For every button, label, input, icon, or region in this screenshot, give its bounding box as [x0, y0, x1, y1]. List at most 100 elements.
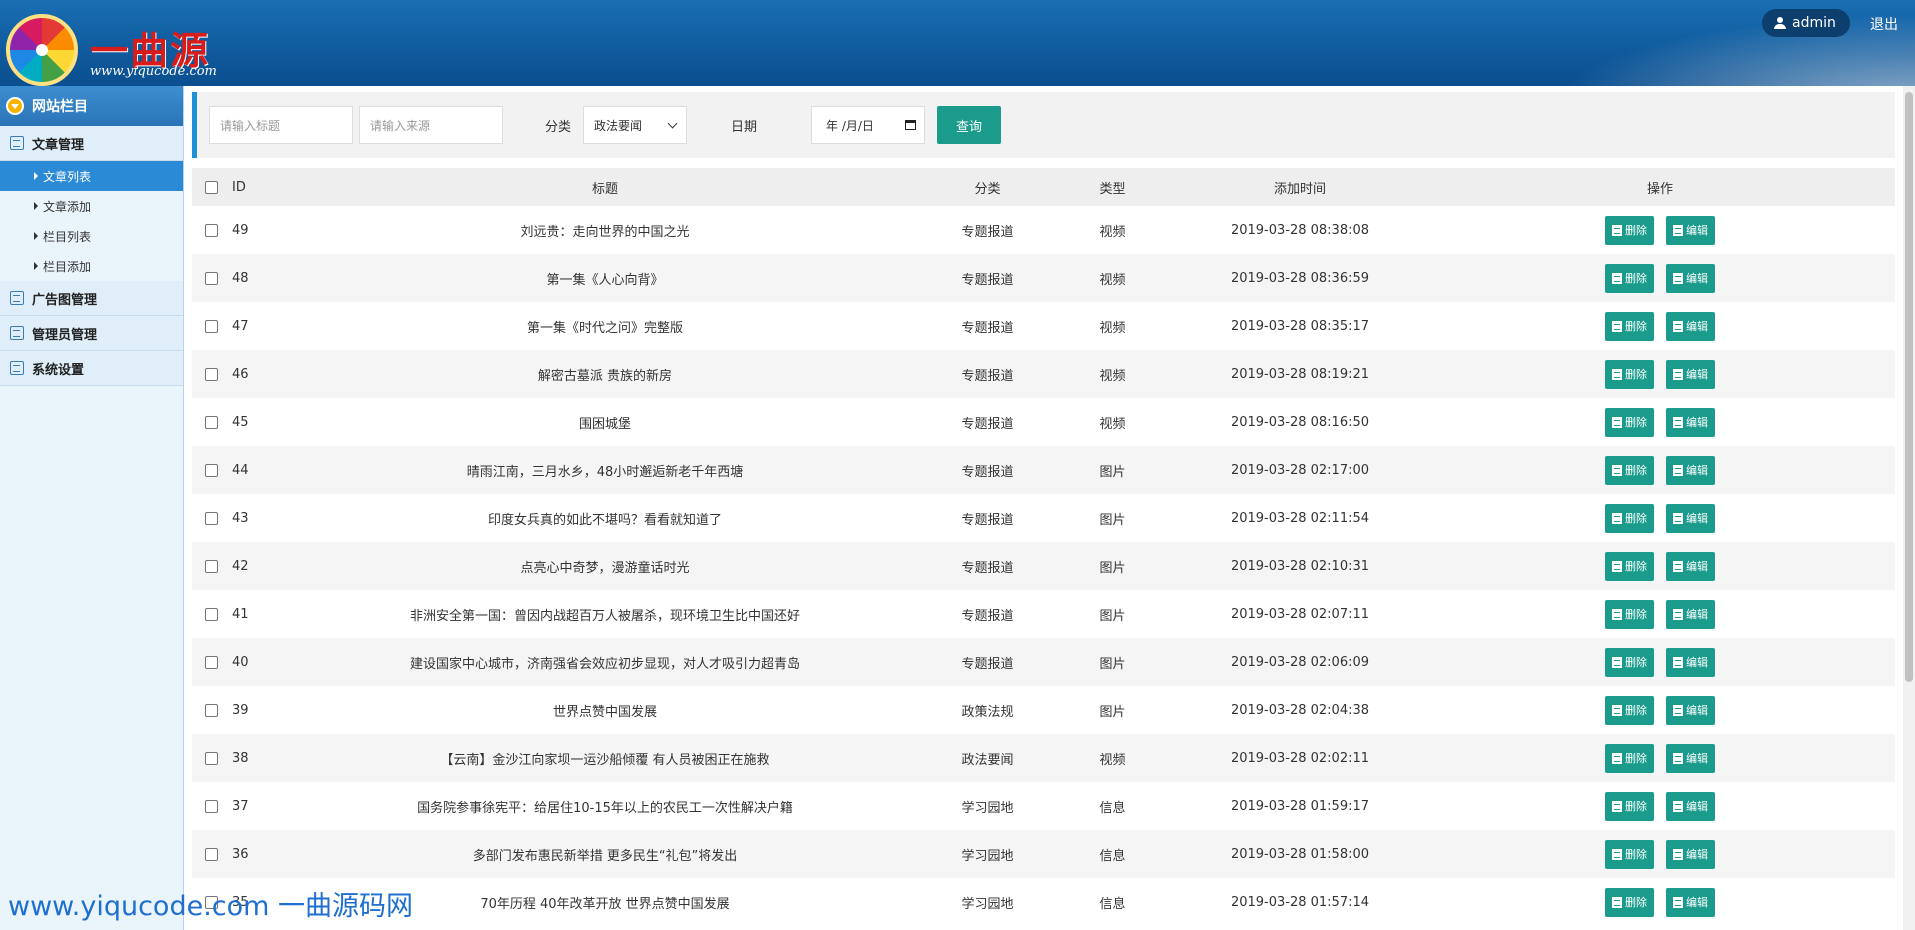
sidebar-group-ads[interactable]: 广告图管理 — [0, 281, 183, 316]
edit-button[interactable]: 编辑 — [1666, 551, 1715, 581]
search-bar: 请输入标题 请输入来源 分类 政法要闻 日期 年 /月/日 查询 — [192, 92, 1895, 158]
row-checkbox[interactable] — [204, 271, 218, 285]
delete-label: 删除 — [1625, 704, 1647, 717]
document-icon — [1673, 272, 1683, 284]
edit-button[interactable]: 编辑 — [1666, 455, 1715, 485]
row-checkbox[interactable] — [204, 319, 218, 333]
delete-button[interactable]: 删除 — [1605, 743, 1654, 773]
user-menu[interactable]: admin — [1762, 9, 1850, 37]
calendar-icon[interactable] — [905, 120, 917, 130]
scrollbar-thumb[interactable] — [1905, 92, 1913, 682]
delete-button[interactable]: 删除 — [1605, 407, 1654, 437]
edit-button[interactable]: 编辑 — [1666, 647, 1715, 677]
row-checkbox[interactable] — [204, 223, 218, 237]
logout-link[interactable]: 退出 — [1870, 14, 1898, 34]
edit-button[interactable]: 编辑 — [1666, 743, 1715, 773]
username: admin — [1792, 15, 1836, 31]
delete-button[interactable]: 删除 — [1605, 263, 1654, 293]
edit-label: 编辑 — [1686, 848, 1708, 861]
select-all-checkbox[interactable] — [204, 180, 218, 194]
edit-button[interactable]: 编辑 — [1666, 503, 1715, 533]
row-checkbox[interactable] — [204, 799, 218, 813]
edit-button[interactable]: 编辑 — [1666, 599, 1715, 629]
delete-button[interactable]: 删除 — [1605, 311, 1654, 341]
row-checkbox[interactable] — [204, 703, 218, 717]
edit-button[interactable]: 编辑 — [1666, 695, 1715, 725]
category-select[interactable]: 政法要闻 — [583, 106, 688, 144]
row-ops: 删除 编辑 — [1425, 206, 1895, 254]
header-title: 标题 — [591, 181, 618, 197]
delete-button[interactable]: 删除 — [1605, 503, 1654, 533]
document-icon — [1612, 464, 1622, 476]
row-checkbox[interactable] — [204, 559, 218, 573]
row-checkbox[interactable] — [204, 367, 218, 381]
logo-wheel-icon — [6, 14, 78, 86]
delete-label: 删除 — [1625, 800, 1647, 813]
delete-button[interactable]: 删除 — [1605, 599, 1654, 629]
edit-button[interactable]: 编辑 — [1666, 791, 1715, 821]
table-row: 42 点亮心中奇梦，漫游童话时光 专题报道 图片 2019-03-28 02:10:31… — [192, 542, 1895, 590]
row-checkbox[interactable] — [204, 655, 218, 669]
sidebar-title: 网站栏目 — [32, 99, 88, 115]
document-icon — [1673, 608, 1683, 620]
header-category: 分类 — [974, 181, 1001, 197]
sidebar-header[interactable]: 网站栏目 — [0, 86, 183, 126]
row-ops: 删除 编辑 — [1425, 638, 1895, 686]
delete-button[interactable]: 删除 — [1605, 359, 1654, 389]
table-header-row: ID 标题 分类 类型 添加时间 操作 — [192, 168, 1895, 206]
row-id: 45 — [232, 414, 249, 430]
sidebar-group-settings[interactable]: 系统设置 — [0, 351, 183, 386]
edit-button[interactable]: 编辑 — [1666, 839, 1715, 869]
edit-button[interactable]: 编辑 — [1666, 407, 1715, 437]
title-search-input[interactable]: 请输入标题 — [209, 106, 353, 144]
query-button[interactable]: 查询 — [937, 106, 1002, 144]
sidebar-item-column-list[interactable]: 栏目列表 — [0, 221, 183, 251]
document-icon — [1612, 704, 1622, 716]
delete-label: 删除 — [1625, 512, 1647, 525]
delete-button[interactable]: 删除 — [1605, 455, 1654, 485]
row-checkbox[interactable] — [204, 847, 218, 861]
row-checkbox[interactable] — [204, 463, 218, 477]
document-icon — [1673, 752, 1683, 764]
row-ops: 删除 编辑 — [1425, 302, 1895, 350]
delete-label: 删除 — [1625, 656, 1647, 669]
row-time: 2019-03-28 01:59:17 — [1230, 798, 1370, 814]
sidebar-group-admins[interactable]: 管理员管理 — [0, 316, 183, 351]
delete-button[interactable]: 删除 — [1605, 839, 1654, 869]
delete-button[interactable]: 删除 — [1605, 215, 1654, 245]
table-row: 43 印度女兵真的如此不堪吗？看看就知道了 专题报道 图片 2019-03-28 02:… — [192, 494, 1895, 542]
delete-button[interactable]: 删除 — [1605, 647, 1654, 677]
edit-label: 编辑 — [1686, 224, 1708, 237]
row-checkbox[interactable] — [204, 415, 218, 429]
edit-button[interactable]: 编辑 — [1666, 311, 1715, 341]
source-search-input[interactable]: 请输入来源 — [359, 106, 503, 144]
delete-button[interactable]: 删除 — [1605, 695, 1654, 725]
row-title: 围困城堡 — [578, 416, 631, 432]
row-checkbox[interactable] — [204, 751, 218, 765]
sidebar-item-article-add[interactable]: 文章添加 — [0, 191, 183, 221]
row-time: 2019-03-28 01:58:00 — [1230, 846, 1370, 862]
row-time: 2019-03-28 08:19:21 — [1230, 366, 1370, 382]
row-select-cell — [192, 638, 230, 686]
row-type: 视频 — [1099, 752, 1126, 768]
delete-button[interactable]: 删除 — [1605, 887, 1654, 917]
date-input[interactable]: 年 /月/日 — [811, 106, 926, 144]
row-checkbox[interactable] — [204, 511, 218, 525]
row-id: 47 — [232, 318, 249, 334]
sidebar-item-column-add[interactable]: 栏目添加 — [0, 251, 183, 281]
sidebar-item-article-list[interactable]: 文章列表 — [0, 161, 183, 191]
row-type: 图片 — [1099, 704, 1126, 720]
scrollbar[interactable] — [1903, 86, 1915, 930]
edit-button[interactable]: 编辑 — [1666, 215, 1715, 245]
edit-button[interactable]: 编辑 — [1666, 887, 1715, 917]
edit-button[interactable]: 编辑 — [1666, 263, 1715, 293]
row-ops: 删除 编辑 — [1425, 830, 1895, 878]
table-row: 40 建设国家中心城市，济南强省会效应初步显现，对人才吸引力超青岛 专题报道 图片 20… — [192, 638, 1895, 686]
delete-button[interactable]: 删除 — [1605, 791, 1654, 821]
sidebar-item-label: 栏目列表 — [43, 229, 92, 244]
sidebar-group-article[interactable]: 文章管理 — [0, 126, 183, 161]
delete-button[interactable]: 删除 — [1605, 551, 1654, 581]
row-checkbox[interactable] — [204, 607, 218, 621]
row-ops: 删除 编辑 — [1425, 350, 1895, 398]
edit-button[interactable]: 编辑 — [1666, 359, 1715, 389]
